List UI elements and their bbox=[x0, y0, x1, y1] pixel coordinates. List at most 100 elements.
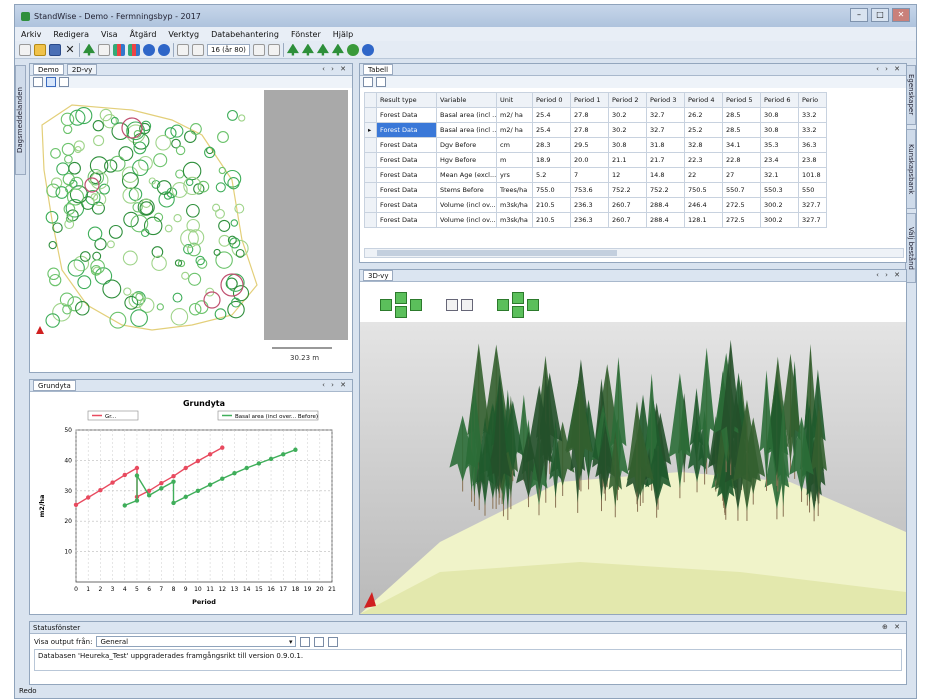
pan-up-icon[interactable] bbox=[512, 292, 524, 304]
pan-left-icon[interactable] bbox=[497, 299, 509, 311]
table-cell[interactable]: 18.9 bbox=[532, 152, 571, 168]
table-cell[interactable]: 300.2 bbox=[760, 212, 799, 228]
panel-controls[interactable]: ‹ › ✕ bbox=[322, 65, 348, 73]
table-cell[interactable]: Volume (incl ov... bbox=[436, 212, 497, 228]
column-header[interactable]: Period 4 bbox=[684, 92, 723, 108]
table-cell[interactable]: 21.1 bbox=[608, 152, 647, 168]
rotate-left-icon[interactable] bbox=[380, 299, 392, 311]
row-header[interactable] bbox=[364, 107, 377, 123]
data-point[interactable] bbox=[122, 472, 127, 478]
data-point[interactable] bbox=[134, 498, 140, 503]
rotate-right-icon[interactable] bbox=[410, 299, 422, 311]
menu-atgard[interactable]: Åtgärd bbox=[130, 30, 157, 39]
table-cell[interactable]: 288.4 bbox=[646, 212, 685, 228]
row-header[interactable] bbox=[364, 167, 377, 183]
table-cell[interactable]: m3sk/ha bbox=[496, 212, 533, 228]
data-point[interactable] bbox=[220, 476, 225, 481]
table-cell[interactable]: Forest Data bbox=[376, 107, 437, 123]
globe-icon[interactable] bbox=[143, 43, 155, 56]
tab-3d-view[interactable]: 3D-vy bbox=[363, 270, 394, 281]
data-point[interactable] bbox=[159, 481, 164, 486]
next-period-icon[interactable] bbox=[252, 43, 265, 56]
pan-down-icon[interactable] bbox=[512, 306, 524, 318]
table-cell[interactable]: 14.8 bbox=[646, 167, 685, 183]
table-cell[interactable]: 272.5 bbox=[722, 197, 761, 213]
data-point[interactable] bbox=[232, 470, 237, 476]
row-header[interactable] bbox=[364, 197, 377, 213]
menu-redigera[interactable]: Redigera bbox=[53, 30, 89, 39]
data-point[interactable] bbox=[85, 495, 91, 500]
maximize-button[interactable]: □ bbox=[871, 8, 889, 22]
plant-icon[interactable] bbox=[316, 43, 329, 56]
previous-period-icon[interactable] bbox=[192, 43, 204, 56]
data-point[interactable] bbox=[207, 452, 213, 457]
column-header[interactable]: Period 3 bbox=[646, 92, 685, 108]
table-cell[interactable]: 7 bbox=[570, 167, 609, 183]
row-header[interactable] bbox=[364, 137, 377, 153]
zoom-out-icon[interactable] bbox=[461, 299, 473, 311]
menu-databehantering[interactable]: Databehantering bbox=[211, 30, 279, 39]
table-cell[interactable]: 327.7 bbox=[798, 212, 827, 228]
table-cell[interactable]: 31.8 bbox=[646, 137, 685, 153]
open-folder-icon[interactable] bbox=[34, 43, 46, 56]
table-cell[interactable]: 21.7 bbox=[646, 152, 685, 168]
thin-icon[interactable] bbox=[286, 43, 299, 56]
table-cell[interactable]: 27.8 bbox=[570, 122, 609, 138]
row-header[interactable] bbox=[364, 212, 377, 228]
minimize-button[interactable]: – bbox=[850, 8, 868, 22]
tab-grundyta[interactable]: Grundyta bbox=[33, 380, 76, 391]
panel-controls[interactable]: ‹ › ✕ bbox=[876, 65, 902, 73]
table-cell[interactable]: 236.3 bbox=[570, 197, 609, 213]
table-cell[interactable]: Forest Data bbox=[376, 122, 437, 138]
table-cell[interactable]: 33.2 bbox=[798, 122, 827, 138]
tab-2d-view[interactable]: 2D-vy bbox=[66, 64, 98, 75]
column-header[interactable]: Variable bbox=[436, 92, 497, 108]
data-point[interactable] bbox=[146, 493, 152, 498]
tab-table[interactable]: Tabell bbox=[363, 64, 394, 75]
table-cell[interactable]: 25.4 bbox=[532, 122, 571, 138]
table-cell[interactable]: 550.7 bbox=[722, 182, 761, 198]
bar-chart-icon[interactable] bbox=[128, 43, 140, 56]
table-cell[interactable]: 22.3 bbox=[684, 152, 723, 168]
table-cell[interactable]: 260.7 bbox=[608, 212, 647, 228]
column-header[interactable]: Perio bbox=[798, 92, 827, 108]
3d-scene[interactable] bbox=[360, 322, 906, 614]
data-point[interactable] bbox=[256, 461, 262, 466]
table-cell[interactable]: 752.2 bbox=[608, 182, 647, 198]
table-row[interactable]: Forest Data Volume (incl ov... m3sk/ha 210.… bbox=[364, 197, 827, 213]
table-cell[interactable]: 30.8 bbox=[760, 107, 799, 123]
results-table[interactable]: Result type Variable Unit Period 0 Period 1P… bbox=[364, 92, 827, 228]
column-header[interactable]: Period 6 bbox=[760, 92, 799, 108]
pan-tool-icon[interactable] bbox=[59, 77, 69, 87]
last-period-icon[interactable] bbox=[267, 43, 280, 56]
data-point[interactable] bbox=[268, 456, 274, 462]
data-point[interactable] bbox=[98, 487, 103, 493]
simulate-icon[interactable] bbox=[346, 43, 359, 56]
table-cell[interactable]: 28.5 bbox=[722, 122, 761, 138]
table-cell[interactable]: 550.3 bbox=[760, 182, 799, 198]
panel-controls[interactable]: ‹ › ✕ bbox=[876, 271, 902, 279]
table-row[interactable]: ▸ Forest Data Basal area (incl ... m2/ ha 25… bbox=[364, 122, 827, 138]
table-cell[interactable]: 210.5 bbox=[532, 197, 571, 213]
info-icon[interactable] bbox=[158, 43, 170, 56]
chart-icon[interactable] bbox=[113, 43, 125, 56]
table-cell[interactable]: Basal area (incl ... bbox=[436, 122, 497, 138]
table-cell[interactable]: 550 bbox=[798, 182, 827, 198]
table-cell[interactable]: 27.8 bbox=[570, 107, 609, 123]
table-cell[interactable]: 26.2 bbox=[684, 107, 723, 123]
wrap-icon[interactable] bbox=[328, 636, 339, 647]
table-cell[interactable]: m bbox=[496, 152, 533, 168]
tree-icon[interactable] bbox=[83, 43, 95, 56]
new-file-icon[interactable] bbox=[19, 43, 31, 56]
table-row[interactable]: Forest Data Mean Age (excl... yrs 5.2 7 12 14.… bbox=[364, 167, 827, 183]
data-point[interactable] bbox=[183, 494, 188, 500]
table-cell[interactable]: 30.2 bbox=[608, 107, 647, 123]
tab-demo[interactable]: Demo bbox=[33, 64, 64, 75]
pointer-tool-icon[interactable] bbox=[46, 77, 56, 87]
table-cell[interactable]: 25.4 bbox=[532, 107, 571, 123]
column-header[interactable]: Period 5 bbox=[722, 92, 761, 108]
table-cell[interactable]: 5.2 bbox=[532, 167, 571, 183]
table-cell[interactable]: 12 bbox=[608, 167, 647, 183]
scrollbar-thumb[interactable] bbox=[377, 250, 617, 256]
data-point[interactable] bbox=[195, 458, 201, 464]
